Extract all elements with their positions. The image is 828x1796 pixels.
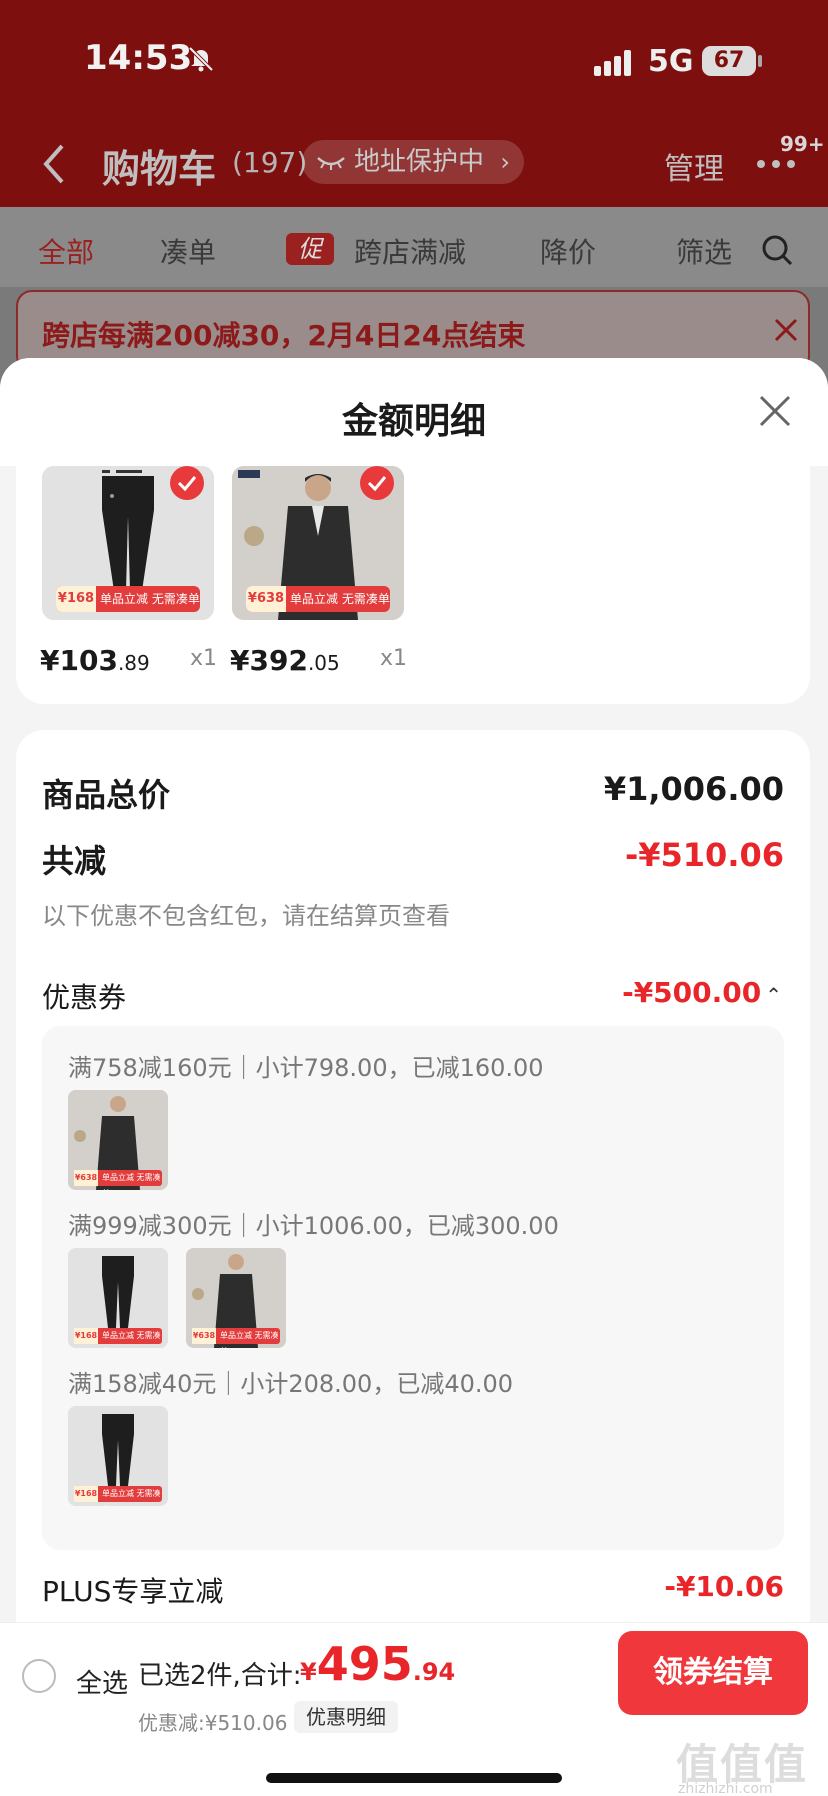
tab-price-drop[interactable]: 降价 [540,231,596,271]
chevron-up-icon: ⌃ [765,983,782,1007]
filter-tabs: 全部 凑单 促 跨店满减 降价 筛选 [0,207,828,287]
search-icon[interactable] [760,233,794,267]
tag-price: ¥638 [246,586,286,612]
coupon-rule: 满999减300元｜小计1006.00，已减300.00 [68,1212,559,1240]
product-qty: x1 [380,646,408,671]
bell-muted-icon [188,46,214,72]
tag-text: 单品立减 无需凑单 [290,592,390,606]
sheet-header: 金额明细 [0,358,828,466]
status-bar: 14:53 5G 67 [0,0,828,120]
reduce-label: 共减 [42,842,107,880]
network-label: 5G [648,44,694,79]
selected-count: 已选2件,合计: [138,1661,302,1691]
closed-eye-icon [317,157,345,170]
chevron-right-icon: › [500,148,511,176]
plus-discount-label: PLUS专享立减 [42,1575,224,1608]
page-title: 购物车 [102,147,217,191]
plus-discount-value: -¥10.06 [664,1570,784,1603]
message-badge: 99+ [780,132,825,156]
promo-banner-text: 跨店每满200减30，2月4日24点结束 [42,319,526,352]
battery-icon: 67 [702,46,756,76]
product-image-coat[interactable]: ¥638 单品立减 无需凑单 [232,466,404,620]
tag-text: 单品立减 无需凑单 [100,592,200,606]
total-label: 商品总价 [42,776,171,814]
coupon-rule: 满158减40元｜小计208.00，已减40.00 [68,1370,514,1398]
total-value: ¥1,006.00 [603,770,784,808]
nav-bar: 购物车 (197) 地址保护中 › 管理 99+ [0,120,828,207]
mini-promo-tag: ¥638单品立减 无需凑单 [192,1328,280,1348]
checked-icon[interactable] [170,466,204,500]
selected-products: ¥168 单品立减 无需凑单 ¥103.89 x1 ¥638 单品立减 无需凑单… [16,466,810,704]
mini-promo-tag: ¥168单品立减 无需凑单 [74,1328,162,1348]
coupon-item-coat: ¥638单品立减 无需凑单 [186,1248,286,1348]
coupon-breakdown: 满758减160元｜小计798.00，已减160.00 ¥638 单品立减 无需凑… [42,1026,784,1550]
battery-cap [758,55,762,67]
product-image-pants[interactable]: ¥168 单品立减 无需凑单 [42,466,214,620]
more-dots-icon[interactable] [756,158,796,170]
discount-amount: 优惠减:¥510.06 [138,1711,288,1735]
checkout-bar: 全选 已选2件,合计: ¥495.94 优惠减:¥510.06 优惠明细 领券结… [0,1622,828,1796]
status-time: 14:53 [84,38,193,78]
tab-filter[interactable]: 筛选 [676,231,732,271]
cart-count: (197) [232,146,308,179]
coupon-rule: 满758减160元｜小计798.00，已减160.00 [68,1054,544,1082]
cart-header: 14:53 5G 67 购物车 (197) 地址保护中 › 管理 99+ [0,0,828,207]
product-qty: x1 [190,646,218,671]
promo-tag: 促 [286,233,334,265]
watermark-url: zhizhizhi.com [678,1781,773,1796]
select-all-label[interactable]: 全选 [76,1663,128,1700]
coupon-value[interactable]: -¥500.00 ⌃ [622,976,782,1009]
address-protect-label: 地址保护中 [354,147,485,177]
back-arrow-icon[interactable] [40,142,68,186]
discount-note: 以下优惠不包含红包，请在结算页查看 [42,902,450,930]
promo-price-tag: ¥638 单品立减 无需凑单 [246,586,390,612]
checkout-button[interactable]: 领券结算 [618,1631,808,1715]
manage-button[interactable]: 管理 [664,144,724,188]
tab-bundle[interactable]: 凑单 [160,231,216,271]
mini-promo-tag: ¥638单品立减 无需凑单 [74,1170,162,1190]
reduce-value: -¥510.06 [624,836,784,874]
tag-price: ¥168 [56,586,96,612]
signal-icon [594,50,631,76]
checked-icon[interactable] [360,466,394,500]
close-icon[interactable] [772,316,800,344]
coupon-label: 优惠券 [42,981,127,1014]
amount-detail-sheet: 金额明细 ¥168 单品立减 无需凑单 ¥103.89 x1 ¥638 单品立减… [0,358,828,1796]
close-icon[interactable] [758,394,792,428]
tab-cross-store[interactable]: 跨店满减 [354,231,466,271]
sheet-title: 金额明细 [341,401,486,442]
product-price: ¥392.05 [230,644,340,677]
promo-price-tag: ¥168 单品立减 无需凑单 [56,586,200,612]
address-protect-pill[interactable]: 地址保护中 › [302,140,525,184]
home-indicator[interactable] [266,1773,562,1783]
select-all-radio[interactable] [22,1659,56,1693]
total-amount: ¥495.94 [300,1637,456,1691]
mini-promo-tag: ¥168单品立减 无需凑单 [74,1486,162,1506]
coupon-item-coat: ¥638单品立减 无需凑单 [68,1090,168,1190]
product-price: ¥103.89 [40,644,150,677]
tab-all[interactable]: 全部 [38,231,94,271]
coupon-item-pants: ¥168单品立减 无需凑单 [68,1406,168,1506]
discount-detail-button[interactable]: 优惠明细 [294,1701,398,1733]
coupon-item-pants: ¥168单品立减 无需凑单 [68,1248,168,1348]
